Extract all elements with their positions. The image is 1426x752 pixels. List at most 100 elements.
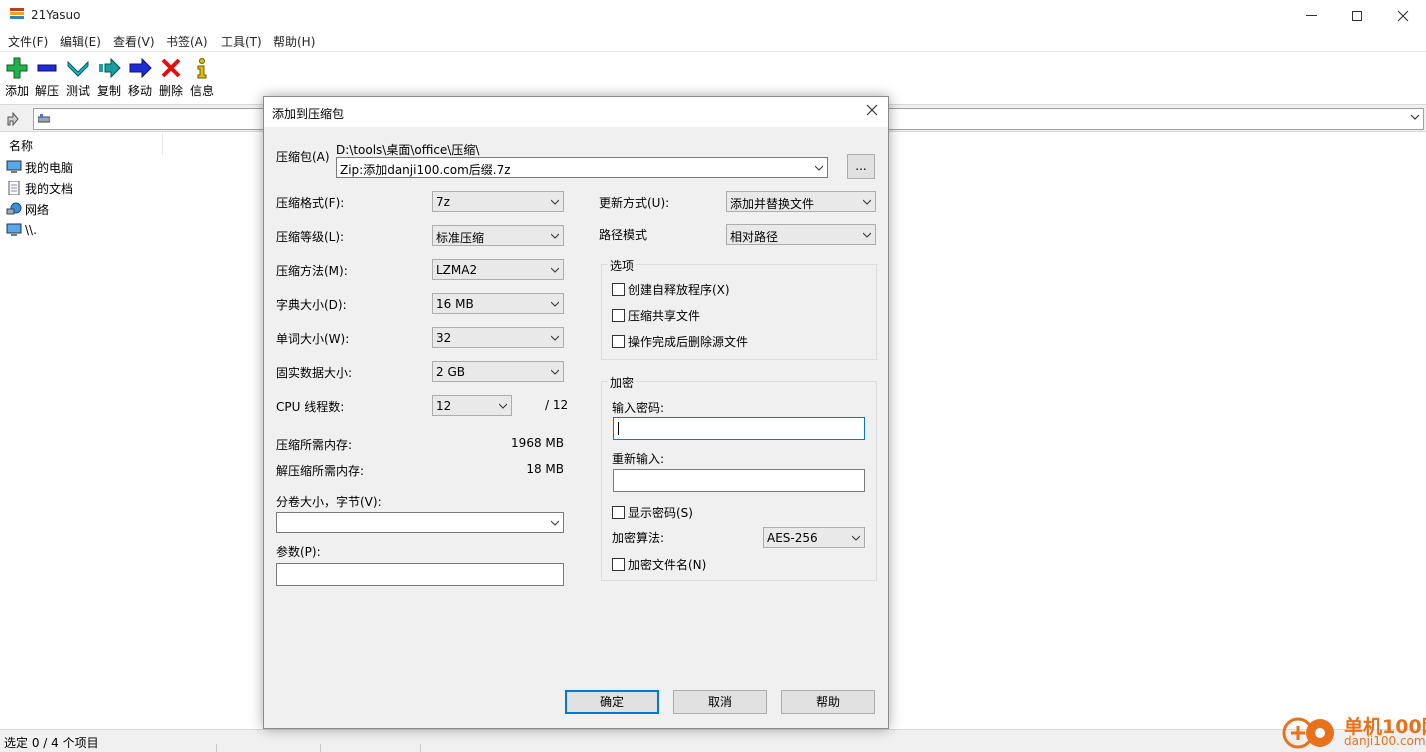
help-button[interactable]: 帮助 xyxy=(781,690,875,714)
threads-label: CPU 线程数: xyxy=(276,400,345,414)
options-title: 选项 xyxy=(608,257,637,274)
chevron-down-icon xyxy=(551,199,559,205)
format-select[interactable]: 7z xyxy=(432,191,564,212)
status-bar: 选定 0 / 4 个项目 xyxy=(0,729,1426,752)
delete-after-label: 操作完成后删除源文件 xyxy=(628,335,749,349)
method-label: 压缩方法(M): xyxy=(276,264,348,278)
test-button[interactable]: 测试 xyxy=(63,56,93,100)
ok-button[interactable]: 确定 xyxy=(565,690,659,714)
encrypt-method-select[interactable]: AES-256 xyxy=(763,527,865,548)
checkbox-box xyxy=(612,558,625,571)
maximize-button[interactable] xyxy=(1334,0,1380,31)
copy-icon xyxy=(99,57,121,79)
method-value: LZMA2 xyxy=(436,263,478,277)
format-value: 7z xyxy=(436,195,450,209)
test-icon xyxy=(67,60,89,77)
info-button[interactable]: 信息 xyxy=(187,56,217,100)
status-divider xyxy=(320,744,321,752)
sfx-label: 创建自释放程序(X) xyxy=(628,283,730,297)
menu-bookmarks[interactable]: 书签(A) xyxy=(166,33,208,50)
move-button[interactable]: 移动 xyxy=(125,56,155,100)
text-caret xyxy=(618,422,619,435)
shared-files-label: 压缩共享文件 xyxy=(628,309,701,323)
reenter-password-input[interactable] xyxy=(613,469,865,492)
threads-max: / 12 xyxy=(545,398,569,412)
maximize-icon xyxy=(1352,10,1362,21)
checkbox-box xyxy=(612,283,625,296)
list-item[interactable]: 我的文档 xyxy=(6,178,73,198)
list-item[interactable]: \\. xyxy=(6,220,37,240)
menu-edit[interactable]: 编辑(E) xyxy=(60,33,101,50)
dialog-title-bar: 添加到压缩包 xyxy=(264,97,888,127)
menu-file[interactable]: 文件(F) xyxy=(8,33,48,50)
chevron-down-icon xyxy=(551,267,559,273)
checkbox-box xyxy=(612,335,625,348)
password-input[interactable] xyxy=(613,417,865,440)
title-bar: 21Yasuo xyxy=(0,0,1426,31)
watermark-logo-icon xyxy=(1282,717,1334,749)
up-arrow-icon xyxy=(7,111,19,127)
up-folder-button[interactable] xyxy=(4,109,26,129)
add-icon xyxy=(6,57,28,79)
encryption-title: 加密 xyxy=(608,374,637,391)
params-label: 参数(P): xyxy=(276,545,321,559)
extract-label: 解压 xyxy=(34,84,59,98)
list-item[interactable]: 我的电脑 xyxy=(6,157,73,177)
threads-value: 12 xyxy=(436,399,452,413)
encrypt-method-label: 加密算法: xyxy=(612,531,665,545)
dialog-close-button[interactable] xyxy=(862,101,882,121)
archive-name-combo[interactable]: Zip:添加danji100.com后缀.7z xyxy=(336,157,828,178)
browse-button[interactable]: ... xyxy=(847,154,875,179)
word-select[interactable]: 32 xyxy=(432,327,564,348)
add-label: 添加 xyxy=(4,84,29,98)
solid-label: 固实数据大小: xyxy=(276,366,353,380)
dict-label: 字典大小(D): xyxy=(276,298,347,312)
column-header-name[interactable]: 名称 xyxy=(0,133,163,155)
level-select[interactable]: 标准压缩 xyxy=(432,225,564,246)
add-button[interactable]: 添加 xyxy=(2,56,32,100)
params-input[interactable] xyxy=(276,563,564,586)
reenter-label: 重新输入: xyxy=(612,452,665,466)
volume-combo[interactable] xyxy=(276,512,564,533)
encrypt-names-checkbox[interactable]: 加密文件名(N) xyxy=(612,556,706,573)
move-label: 移动 xyxy=(127,84,152,98)
level-value: 标准压缩 xyxy=(436,231,485,245)
dict-select[interactable]: 16 MB xyxy=(432,293,564,314)
copy-label: 复制 xyxy=(96,84,121,98)
delete-icon xyxy=(161,58,181,78)
watermark: 单机100网 danji100.com xyxy=(1276,710,1426,752)
drive-icon xyxy=(38,114,50,123)
cancel-button[interactable]: 取消 xyxy=(673,690,767,714)
path-mode-value: 相对路径 xyxy=(730,230,779,244)
address-dropdown-icon[interactable] xyxy=(1410,111,1420,124)
delete-button[interactable]: 删除 xyxy=(156,56,186,100)
menu-bar: 文件(F) 编辑(E) 查看(V) 书签(A) 工具(T) 帮助(H) xyxy=(0,31,1426,51)
mem-decompress-label: 解压缩所需内存: xyxy=(276,464,365,478)
close-button[interactable] xyxy=(1380,0,1426,31)
archive-label: 压缩包(A) xyxy=(276,150,330,164)
shared-files-checkbox[interactable]: 压缩共享文件 xyxy=(612,307,700,324)
threads-select[interactable]: 12 xyxy=(432,395,512,416)
update-select[interactable]: 添加并替换文件 xyxy=(726,191,876,212)
computer-icon xyxy=(6,223,22,236)
list-item[interactable]: 网络 xyxy=(6,199,49,219)
copy-button[interactable]: 复制 xyxy=(94,56,124,100)
sfx-checkbox[interactable]: 创建自释放程序(X) xyxy=(612,281,730,298)
delete-after-checkbox[interactable]: 操作完成后删除源文件 xyxy=(612,333,748,350)
encrypt-names-label: 加密文件名(N) xyxy=(628,558,707,572)
show-password-checkbox[interactable]: 显示密码(S) xyxy=(612,504,693,521)
minimize-button[interactable] xyxy=(1288,0,1334,31)
path-mode-select[interactable]: 相对路径 xyxy=(726,224,876,245)
minimize-icon xyxy=(1305,15,1317,16)
path-mode-label: 路径模式 xyxy=(599,228,648,242)
method-select[interactable]: LZMA2 xyxy=(432,259,564,280)
chevron-down-icon xyxy=(551,301,559,307)
word-value: 32 xyxy=(436,331,452,345)
extract-button[interactable]: 解压 xyxy=(32,56,62,100)
menu-view[interactable]: 查看(V) xyxy=(113,33,155,50)
solid-select[interactable]: 2 GB xyxy=(432,361,564,382)
menu-help[interactable]: 帮助(H) xyxy=(273,33,315,50)
list-item-label: 我的电脑 xyxy=(25,160,74,175)
menu-tools[interactable]: 工具(T) xyxy=(221,33,262,50)
mem-compress-label: 压缩所需内存: xyxy=(276,438,353,452)
